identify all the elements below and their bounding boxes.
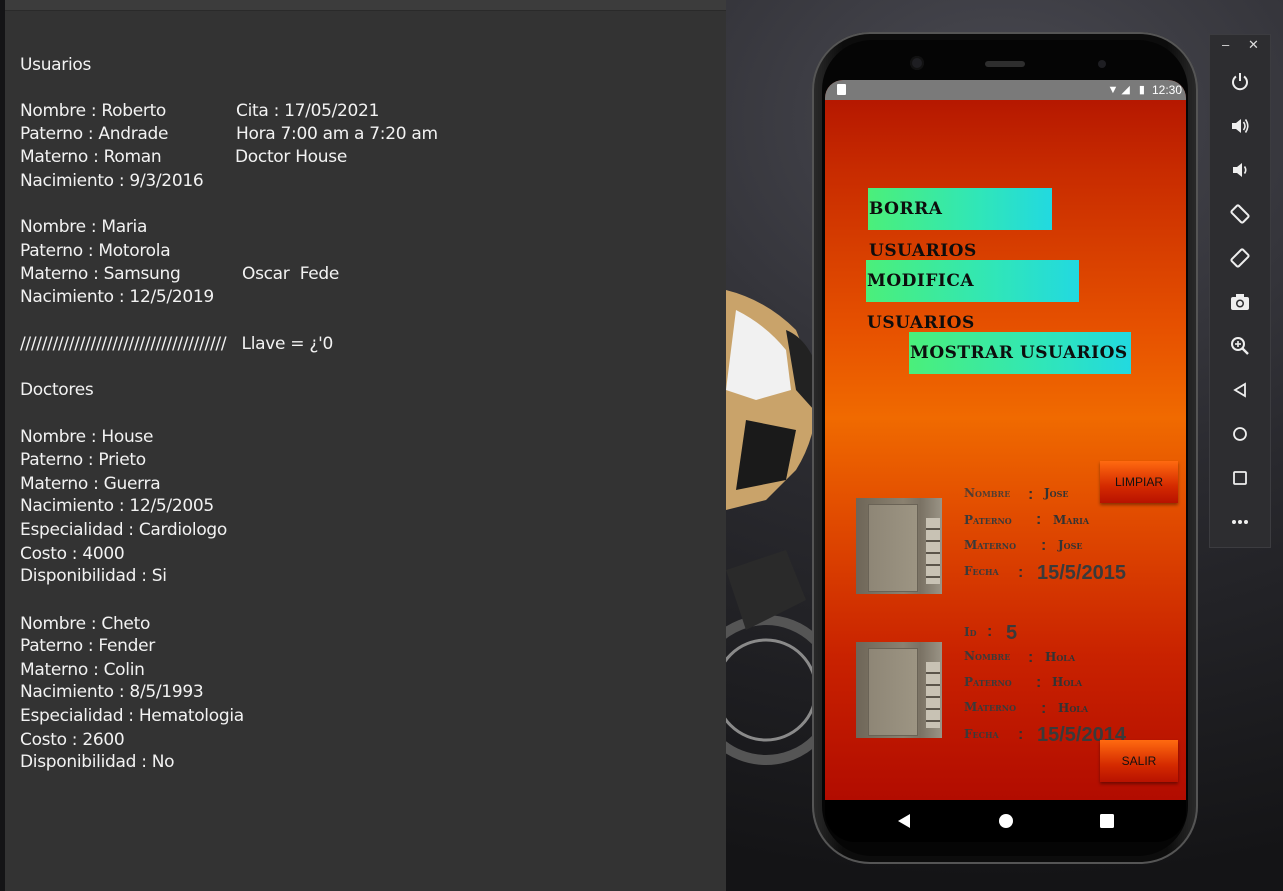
- hora-text: Hora 7:00 am a 7:20 am: [236, 124, 438, 144]
- text-line: Nacimiento : 9/3/2016: [20, 171, 204, 191]
- text-line: Materno : Roman: [20, 147, 162, 167]
- text-line: Paterno : Fender: [20, 636, 155, 656]
- front-camera-icon: [910, 56, 924, 70]
- record-label-paterno: Paterno: [964, 675, 1012, 689]
- record-value-paterno: Maria: [1053, 513, 1090, 527]
- record-label-fecha: Fecha: [964, 564, 999, 578]
- separator-line: ////////////////////////////////////// L…: [20, 334, 333, 354]
- text-line: Nacimiento : 8/5/1993: [20, 682, 204, 702]
- text-line: Nombre : House: [20, 427, 154, 447]
- record-label-id: Id: [964, 625, 977, 639]
- minimize-icon[interactable]: –: [1222, 37, 1229, 52]
- doctor-text: Doctor House: [235, 147, 347, 167]
- emulator-toolbar: – ✕: [1209, 34, 1271, 548]
- colon: :: [1041, 700, 1047, 717]
- colon: :: [1028, 486, 1034, 503]
- cita-text: Cita : 17/05/2021: [236, 101, 380, 121]
- colon: :: [1028, 649, 1034, 666]
- overview-icon[interactable]: [1210, 457, 1270, 497]
- record-thumbnail: [856, 642, 942, 738]
- text-line: Paterno : Prieto: [20, 450, 146, 470]
- rotate-right-icon[interactable]: [1210, 237, 1270, 277]
- text-line: Especialidad : Hematologia: [20, 706, 244, 726]
- volume-up-icon[interactable]: [1210, 105, 1270, 145]
- text-line: Disponibilidad : Si: [20, 566, 167, 586]
- record-value-nombre: Hola: [1045, 650, 1076, 664]
- text-output-window: Usuarios Nombre : Roberto Paterno : Andr…: [5, 0, 726, 891]
- borra-usuarios-button[interactable]: BORRA USUARIOS: [868, 188, 1052, 261]
- colon: :: [1036, 674, 1042, 691]
- colon: :: [987, 623, 993, 640]
- record-label-nombre: Nombre: [964, 649, 1011, 663]
- record-label-materno: Materno: [964, 538, 1017, 552]
- colon: :: [1036, 511, 1042, 528]
- text-line: Materno : Guerra: [20, 474, 161, 494]
- text-line: Nacimiento : 12/5/2019: [20, 287, 214, 307]
- text-line: Especialidad : Cardiologo: [20, 520, 228, 540]
- record-label-paterno: Paterno: [964, 513, 1012, 527]
- home-icon[interactable]: [1210, 413, 1270, 453]
- rotate-left-icon[interactable]: [1210, 193, 1270, 233]
- nav-home-icon[interactable]: [998, 813, 1014, 829]
- text-line: Costo : 2600: [20, 730, 125, 750]
- section-heading-usuarios: Usuarios: [20, 55, 92, 75]
- text-line: Materno : Colin: [20, 660, 145, 680]
- earpiece-speaker: [985, 61, 1025, 67]
- record-thumbnail: [856, 498, 942, 594]
- phone-screen: ▼◢ ▮ 12:30 BORRA USUARIOS MODIFICA USUAR…: [825, 80, 1186, 800]
- colon: :: [1018, 564, 1024, 581]
- signal-battery-icon: ▼◢ ▮: [1107, 84, 1148, 96]
- text-line: Costo : 4000: [20, 544, 125, 564]
- proximity-sensor: [1098, 60, 1106, 68]
- text-line: Paterno : Motorola: [20, 241, 171, 261]
- camera-icon[interactable]: [1210, 281, 1270, 321]
- text-line: Disponibilidad : No: [20, 752, 175, 772]
- text-line: Paterno : Andrade: [20, 124, 169, 144]
- section-heading-doctores: Doctores: [20, 380, 94, 400]
- record-value-paterno: Hola: [1052, 675, 1083, 689]
- back-icon[interactable]: [1210, 369, 1270, 409]
- more-icon[interactable]: [1210, 501, 1270, 541]
- android-nav-bar: [825, 800, 1186, 842]
- record-value-id: 5: [1006, 622, 1018, 644]
- text-line: Nombre : Cheto: [20, 614, 151, 634]
- window-titlebar[interactable]: [5, 0, 726, 11]
- record-value-materno: Hola: [1058, 701, 1089, 715]
- colon: :: [1041, 537, 1047, 554]
- status-bar: ▼◢ ▮ 12:30: [825, 80, 1186, 100]
- sd-card-icon: [837, 84, 846, 95]
- close-icon[interactable]: ✕: [1248, 37, 1259, 53]
- record-label-cut: Nombre: [964, 486, 1011, 500]
- salir-button[interactable]: SALIR: [1100, 740, 1178, 782]
- names-text: Oscar Fede: [242, 264, 340, 284]
- nav-back-icon[interactable]: [897, 813, 911, 829]
- record-value-materno: Jose: [1058, 538, 1083, 552]
- record-label-fecha: Fecha: [964, 727, 999, 741]
- zoom-icon[interactable]: [1210, 325, 1270, 365]
- modifica-usuarios-button[interactable]: MODIFICA USUARIOS: [866, 260, 1079, 333]
- volume-down-icon[interactable]: [1210, 149, 1270, 189]
- text-line: Nombre : Roberto: [20, 101, 167, 121]
- status-time: 12:30: [1151, 83, 1182, 97]
- record-label-materno: Materno: [964, 700, 1017, 714]
- nav-overview-icon[interactable]: [1100, 814, 1114, 828]
- mostrar-usuarios-button[interactable]: MOSTRAR USUARIOS: [909, 332, 1131, 374]
- colon: :: [1018, 726, 1024, 743]
- power-icon[interactable]: [1210, 61, 1270, 101]
- text-line: Nombre : Maria: [20, 217, 148, 237]
- limpiar-button[interactable]: LIMPIAR: [1100, 461, 1178, 503]
- text-line: Materno : Samsung: [20, 264, 181, 284]
- record-value-fecha: 15/5/2015: [1037, 562, 1126, 584]
- text-line: Nacimiento : 12/5/2005: [20, 496, 214, 516]
- record-value-cut: Jose: [1044, 486, 1069, 500]
